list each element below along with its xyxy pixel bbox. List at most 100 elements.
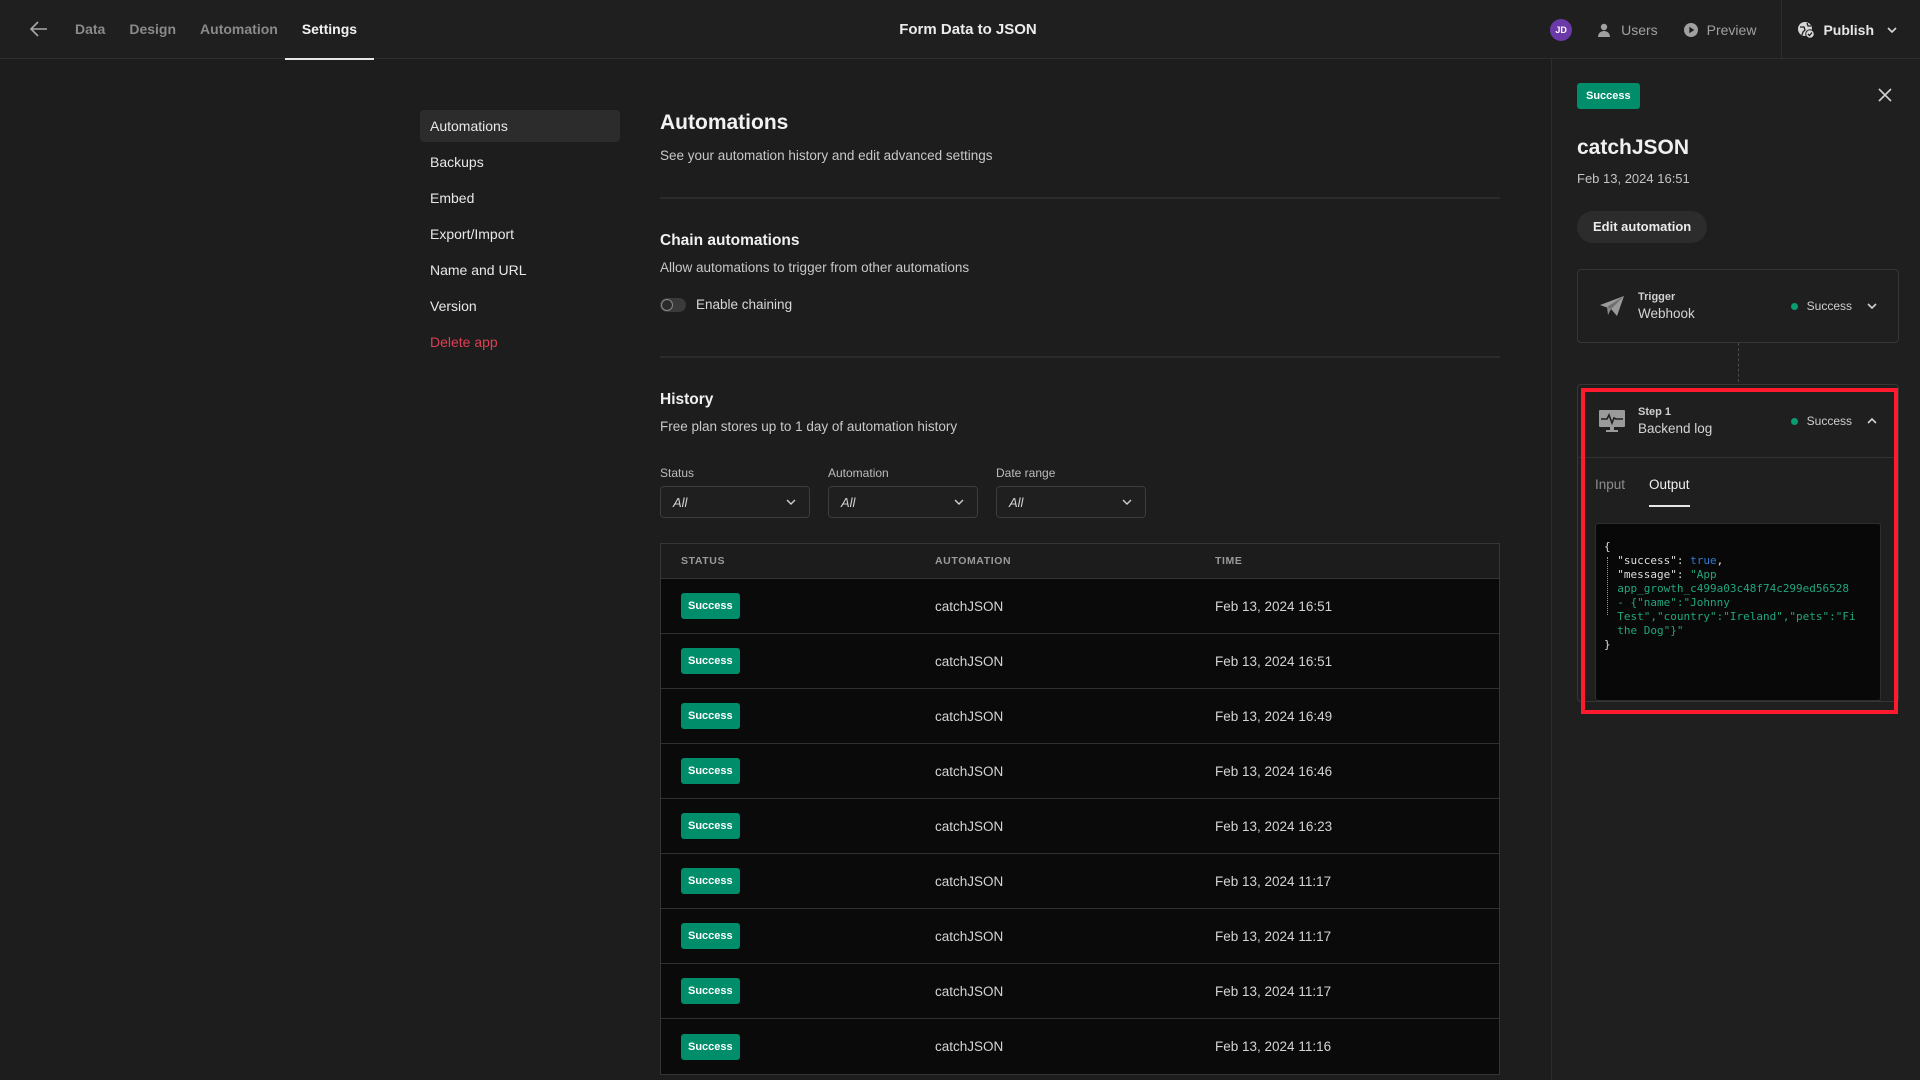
automation-cell: catchJSON	[935, 873, 1004, 889]
chevron-down-icon	[1887, 26, 1897, 33]
status-dot	[1790, 417, 1798, 425]
status-badge: Success	[681, 703, 740, 729]
json-value-line: Test","country":"Ireland","pets":"Fi	[1617, 610, 1856, 623]
select-value: All	[841, 494, 856, 510]
time-cell: Feb 13, 2024 16:46	[1215, 763, 1333, 779]
status-filter-label: Status	[660, 466, 695, 480]
step-name: Backend log	[1638, 421, 1713, 436]
status-badge: Success	[681, 648, 740, 674]
settings-nav-version[interactable]: Version	[420, 290, 620, 322]
table-row[interactable]: Success catchJSON Feb 13, 2024 16:51	[661, 634, 1499, 689]
select-value: All	[673, 494, 688, 510]
history-description: Free plan stores up to 1 day of automati…	[660, 419, 958, 434]
close-icon	[1878, 88, 1892, 102]
settings-nav-name-and-url[interactable]: Name and URL	[420, 254, 620, 286]
automation-cell: catchJSON	[935, 598, 1004, 614]
status-badge: Success	[681, 978, 740, 1004]
automation-cell: catchJSON	[935, 818, 1004, 834]
arrow-left-icon	[29, 21, 47, 37]
trigger-card: Trigger Webhook Success	[1577, 269, 1899, 343]
table-row[interactable]: Success catchJSON Feb 13, 2024 11:16	[661, 1019, 1499, 1074]
status-badge: Success	[681, 813, 740, 839]
table-row[interactable]: Success catchJSON Feb 13, 2024 16:49	[661, 689, 1499, 744]
step-card-header[interactable]: Step 1 Backend log Success	[1578, 385, 1898, 457]
step-connector	[1738, 343, 1739, 387]
date-range-filter-label: Date range	[996, 466, 1056, 480]
tab-data[interactable]: Data	[75, 0, 105, 59]
tab-input[interactable]: Input	[1595, 477, 1625, 507]
settings-nav-export-import[interactable]: Export/Import	[420, 218, 620, 250]
tab-output[interactable]: Output	[1649, 477, 1690, 507]
json-key-message: "message":	[1617, 568, 1691, 581]
tab-design[interactable]: Design	[129, 0, 176, 59]
json-brace-close: }	[1604, 638, 1611, 651]
step-tabs: Input Output	[1578, 457, 1898, 517]
table-row[interactable]: Success catchJSON Feb 13, 2024 11:17	[661, 854, 1499, 909]
settings-nav-automations[interactable]: Automations	[420, 110, 620, 142]
step-kind: Step 1	[1638, 406, 1672, 418]
status-badge: Success	[681, 1033, 740, 1060]
time-cell: Feb 13, 2024 11:16	[1215, 1039, 1332, 1054]
back-button[interactable]	[28, 18, 50, 40]
chevron-up-icon	[1867, 417, 1877, 424]
json-key-success: "success":	[1617, 554, 1691, 567]
json-brace-open: {	[1604, 540, 1611, 553]
avatar[interactable]: JD	[1550, 18, 1573, 41]
settings-nav-delete-app[interactable]: Delete app	[420, 326, 620, 358]
users-label: Users	[1621, 21, 1658, 38]
trigger-card-header[interactable]: Trigger Webhook Success	[1578, 270, 1898, 342]
status-badge: Success	[681, 923, 740, 949]
close-button[interactable]	[1878, 88, 1892, 105]
tab-automation[interactable]: Automation	[200, 0, 278, 59]
table-row[interactable]: Success catchJSON Feb 13, 2024 11:17	[661, 909, 1499, 964]
publish-label: Publish	[1823, 21, 1874, 38]
table-row[interactable]: Success catchJSON Feb 13, 2024 16:46	[661, 744, 1499, 799]
column-header-automation: AUTOMATION	[935, 555, 1012, 567]
status-filter-select[interactable]: All	[660, 486, 810, 518]
globe-check-icon	[1798, 21, 1816, 39]
date-range-filter-select[interactable]: All	[996, 486, 1146, 518]
edit-automation-button[interactable]: Edit automation	[1577, 211, 1708, 243]
column-header-status: STATUS	[681, 555, 726, 567]
page-title: Automations	[660, 111, 789, 134]
time-cell: Feb 13, 2024 16:23	[1215, 818, 1333, 834]
output-json-viewer[interactable]: { "success": true, "message": "App app_g…	[1595, 523, 1881, 701]
table-row[interactable]: Success catchJSON Feb 13, 2024 16:23	[661, 799, 1499, 854]
section-divider	[660, 197, 1500, 199]
toolbar-divider	[1781, 0, 1783, 59]
page-subtitle: See your automation history and edit adv…	[660, 148, 993, 163]
tab-settings[interactable]: Settings	[284, 0, 375, 60]
history-filters: Status All Automation All Date range All	[660, 466, 1164, 518]
time-cell: Feb 13, 2024 16:51	[1215, 653, 1333, 669]
settings-nav: Automations Backups Embed Export/Import …	[420, 110, 620, 362]
step-status: Success	[1806, 414, 1852, 428]
table-header: STATUS AUTOMATION TIME	[661, 544, 1499, 579]
automation-cell: catchJSON	[935, 1039, 1004, 1054]
automation-cell: catchJSON	[935, 983, 1004, 999]
json-value-line: - {"name":"Johnny	[1617, 596, 1730, 609]
table-row[interactable]: Success catchJSON Feb 13, 2024 16:51	[661, 579, 1499, 634]
paper-plane-icon	[1600, 296, 1624, 316]
settings-nav-embed[interactable]: Embed	[420, 182, 620, 214]
indent-guide	[1607, 557, 1608, 615]
chain-title: Chain automations	[660, 232, 800, 249]
users-button[interactable]: Users	[1597, 22, 1658, 38]
chevron-down-icon	[1867, 303, 1877, 310]
monitor-pulse-icon	[1599, 410, 1625, 432]
json-value-line: "App	[1690, 568, 1717, 581]
status-badge: Success	[681, 593, 740, 619]
automation-cell: catchJSON	[935, 708, 1004, 724]
publish-button[interactable]: Publish	[1797, 21, 1898, 39]
run-date: Feb 13, 2024 16:51	[1577, 171, 1690, 186]
preview-button[interactable]: Preview	[1683, 22, 1756, 38]
table-row[interactable]: Success catchJSON Feb 13, 2024 11:17	[661, 964, 1499, 1019]
automation-filter-select[interactable]: All	[828, 486, 978, 518]
toggle-switch[interactable]	[660, 297, 686, 312]
enable-chaining-toggle[interactable]: Enable chaining	[660, 297, 792, 312]
time-cell: Feb 13, 2024 11:17	[1215, 873, 1332, 889]
select-value: All	[1009, 494, 1024, 510]
automation-cell: catchJSON	[935, 763, 1004, 779]
trigger-status: Success	[1806, 299, 1852, 313]
settings-nav-backups[interactable]: Backups	[420, 146, 620, 178]
time-cell: Feb 13, 2024 11:17	[1215, 983, 1332, 999]
